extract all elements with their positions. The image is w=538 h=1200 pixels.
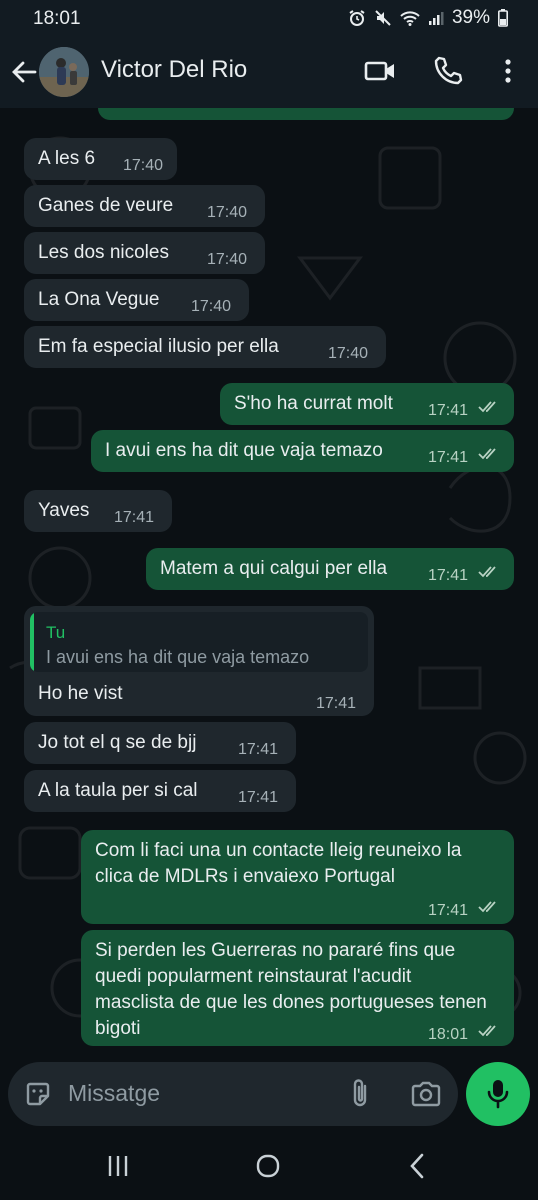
status-bar: 18:01 39% [0, 0, 538, 36]
message-text: A la taula per si cal [38, 780, 198, 801]
message-bubble-incoming-reply[interactable]: Tu I avui ens ha dit que vaja temazo Ho … [24, 606, 374, 716]
message-input-placeholder: Missatge [68, 1080, 161, 1106]
contact-name[interactable]: Victor Del Rio [101, 56, 247, 84]
message-text: Jo tot el q se de bjj [38, 732, 197, 753]
message-bubble-partial [98, 108, 514, 120]
message-bubble-incoming[interactable]: Jo tot el q se de bjj 17:41 [24, 722, 296, 764]
mute-icon [375, 10, 391, 26]
message-input[interactable]: Missatge [8, 1062, 458, 1126]
status-time: 18:01 [33, 8, 81, 29]
back-arrow-icon[interactable] [10, 58, 38, 86]
sticker-icon[interactable] [24, 1080, 52, 1108]
wifi-icon [400, 11, 420, 26]
message-bubble-incoming[interactable]: A les 6 17:40 [24, 138, 177, 180]
message-text: La Ona Vegue [38, 289, 160, 310]
battery-percent: 39% [451, 7, 490, 28]
signal-icon [428, 12, 444, 25]
message-time: 18:01 [428, 1026, 469, 1043]
back-nav-icon[interactable] [404, 1152, 432, 1180]
message-bubble-incoming[interactable]: Les dos nicoles 17:40 [24, 232, 265, 274]
home-icon[interactable] [254, 1152, 282, 1180]
message-bubble-outgoing[interactable]: Si perden les Guerreras no pararé fins q… [81, 930, 514, 1046]
message-text: Com li faci una un contacte lleig reunei… [95, 840, 462, 887]
more-vert-icon[interactable] [491, 54, 525, 88]
composer: Missatge [0, 1060, 538, 1132]
message-time: 17:41 [428, 449, 469, 466]
quote-accent-bar [30, 612, 34, 672]
alarm-icon [349, 10, 365, 26]
message-bubble-outgoing[interactable]: Com li faci una un contacte lleig reunei… [81, 830, 514, 924]
message-text: A les 6 [38, 148, 96, 169]
message-bubble-outgoing[interactable]: S'ho ha currat molt 17:41 [220, 383, 514, 425]
message-text: Matem a qui calgui per ella [160, 558, 388, 579]
avatar[interactable] [39, 47, 89, 97]
message-bubble-incoming[interactable]: Ganes de veure 17:40 [24, 185, 265, 227]
message-time: 17:40 [191, 298, 232, 315]
message-text: Ho he vist [38, 683, 123, 704]
message-bubble-incoming[interactable]: Em fa especial ilusio per ella 17:40 [24, 326, 386, 368]
read-ticks-icon [478, 1025, 496, 1037]
message-time: 17:41 [428, 902, 469, 919]
message-bubble-incoming[interactable]: La Ona Vegue 17:40 [24, 279, 249, 321]
chat-area[interactable]: A les 6 17:40 Ganes de veure 17:40 Les d… [0, 108, 538, 1060]
message-bubble-outgoing[interactable]: I avui ens ha dit que vaja temazo 17:41 [91, 430, 514, 472]
message-time: 17:40 [207, 251, 248, 268]
read-ticks-icon [478, 448, 496, 460]
message-bubble-incoming[interactable]: A la taula per si cal 17:41 [24, 770, 296, 812]
message-text: Yaves [38, 500, 90, 521]
message-text: I avui ens ha dit que vaja temazo [105, 440, 383, 461]
message-text: Les dos nicoles [38, 242, 169, 263]
message-bubble-incoming[interactable]: Yaves 17:41 [24, 490, 172, 532]
camera-icon[interactable] [410, 1079, 442, 1109]
message-bubble-outgoing[interactable]: Matem a qui calgui per ella 17:41 [146, 548, 514, 590]
quote-author: Tu [46, 623, 66, 642]
message-time: 17:41 [238, 741, 279, 758]
message-time: 17:40 [123, 157, 164, 174]
quote-text: I avui ens ha dit que vaja temazo [46, 647, 310, 667]
phone-icon[interactable] [431, 54, 465, 88]
read-ticks-icon [478, 901, 496, 913]
mic-icon [487, 1080, 509, 1109]
message-time: 17:41 [428, 567, 469, 584]
video-call-icon[interactable] [363, 54, 397, 88]
attach-icon[interactable] [348, 1078, 374, 1110]
battery-icon [498, 9, 508, 27]
system-nav-bar [0, 1132, 538, 1200]
message-time: 17:41 [316, 695, 357, 712]
message-text: Em fa especial ilusio per ella [38, 336, 279, 357]
message-time: 17:40 [328, 345, 369, 362]
chat-header: Victor Del Rio [0, 36, 538, 108]
message-text: S'ho ha currat molt [234, 393, 393, 414]
recent-apps-icon[interactable] [104, 1152, 132, 1180]
read-ticks-icon [478, 401, 496, 413]
message-time: 17:41 [428, 402, 469, 419]
status-icons: 39% [348, 7, 508, 29]
message-text: Ganes de veure [38, 195, 174, 216]
message-time: 17:41 [114, 509, 155, 526]
quoted-message[interactable]: Tu I avui ens ha dit que vaja temazo [30, 612, 368, 672]
mic-button[interactable] [466, 1062, 530, 1126]
message-time: 17:40 [207, 204, 248, 221]
read-ticks-icon [478, 566, 496, 578]
message-time: 17:41 [238, 789, 279, 806]
